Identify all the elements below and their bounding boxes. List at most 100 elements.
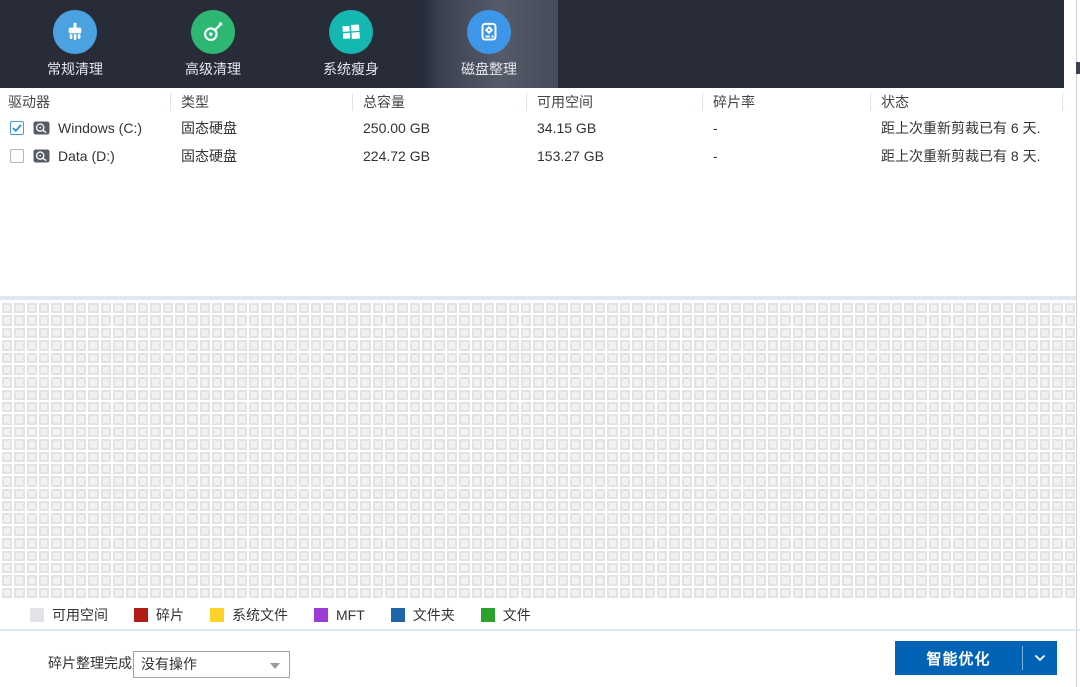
disk-block xyxy=(212,389,223,400)
disk-block xyxy=(1039,364,1051,376)
tab-regular-clean[interactable]: 常规清理 xyxy=(6,0,144,88)
disk-block xyxy=(558,513,569,524)
disk-block xyxy=(137,525,149,537)
disk-block xyxy=(422,389,433,400)
disk-block xyxy=(731,315,742,326)
checkbox-unchecked[interactable] xyxy=(10,149,24,163)
disk-block xyxy=(965,463,977,475)
disk-block xyxy=(51,513,62,524)
disk-block xyxy=(533,327,544,339)
disk-block xyxy=(953,414,964,425)
disk-block xyxy=(187,315,198,326)
disk-block xyxy=(88,303,99,314)
disk-block xyxy=(385,501,396,512)
scrollbar-thumb[interactable] xyxy=(1076,62,1080,74)
disk-block xyxy=(298,513,309,524)
disk-block xyxy=(347,303,359,314)
disk-block xyxy=(533,538,544,549)
disk-block xyxy=(137,476,149,487)
disk-block xyxy=(335,315,346,326)
smart-optimize-label[interactable]: 智能优化 xyxy=(895,641,1022,675)
disk-block xyxy=(125,377,136,388)
disk-block xyxy=(891,377,902,388)
disk-block xyxy=(1015,513,1026,524)
disk-block xyxy=(397,575,408,586)
disk-block xyxy=(1052,389,1063,400)
disk-block xyxy=(706,476,717,487)
disk-block xyxy=(619,402,631,413)
disk-block xyxy=(286,451,297,462)
disk-block xyxy=(866,550,878,561)
smart-optimize-dropdown[interactable] xyxy=(1023,641,1057,675)
disk-block xyxy=(298,488,309,499)
disk-block xyxy=(582,451,594,462)
legend-swatch xyxy=(30,608,44,622)
disk-block xyxy=(1002,562,1014,574)
disk-block xyxy=(805,525,816,537)
disk-block xyxy=(335,451,346,462)
disk-block xyxy=(1027,315,1038,326)
disk-block xyxy=(1052,587,1063,598)
disk-block xyxy=(817,525,828,537)
disk-block xyxy=(792,439,804,450)
disk-block xyxy=(1027,575,1038,586)
footer-divider xyxy=(0,629,1080,631)
disk-block xyxy=(854,352,865,363)
disk-block xyxy=(360,451,371,462)
table-row[interactable]: Data (D:) 固态硬盘 224.72 GB 153.27 GB - 距上次重新剪裁已… xyxy=(0,142,1064,170)
disk-block xyxy=(372,513,384,524)
disk-block xyxy=(582,575,594,586)
smart-optimize-button[interactable]: 智能优化 xyxy=(895,641,1057,675)
disk-block xyxy=(570,439,581,450)
disk-block xyxy=(595,451,606,462)
disk-block xyxy=(335,352,346,363)
disk-block xyxy=(187,364,198,376)
table-row[interactable]: Windows (C:) 固态硬盘 250.00 GB 34.15 GB - 距上次重新剪… xyxy=(0,114,1064,142)
disk-block xyxy=(829,402,841,413)
tab-advanced-clean[interactable]: 高级清理 xyxy=(144,0,282,88)
disk-block xyxy=(63,463,75,475)
disk-block xyxy=(558,562,569,574)
disk-block xyxy=(607,550,618,561)
disk-block xyxy=(718,303,730,314)
disk-block xyxy=(372,303,384,314)
disk-block xyxy=(224,550,235,561)
disk-block xyxy=(978,575,989,586)
disk-block xyxy=(397,426,408,438)
disk-block xyxy=(63,352,75,363)
disk-block xyxy=(14,575,25,586)
disk-block xyxy=(150,513,161,524)
disk-block xyxy=(941,377,952,388)
disk-block xyxy=(409,377,421,388)
tab-system-slim[interactable]: 系统瘦身 xyxy=(282,0,420,88)
disk-block xyxy=(422,538,433,549)
disk-block xyxy=(125,315,136,326)
disk-block xyxy=(372,352,384,363)
disk-block xyxy=(100,303,112,314)
after-defrag-select[interactable]: 没有操作 xyxy=(133,651,290,678)
disk-block xyxy=(508,463,519,475)
disk-block xyxy=(199,575,211,586)
disk-block xyxy=(829,340,841,351)
disk-block xyxy=(533,364,544,376)
disk-block xyxy=(780,303,791,314)
disk-block xyxy=(100,352,112,363)
disk-block xyxy=(1027,463,1038,475)
disk-block xyxy=(397,340,408,351)
disk-block xyxy=(26,538,38,549)
disk-block xyxy=(347,451,359,462)
disk-block xyxy=(150,562,161,574)
disk-block xyxy=(508,550,519,561)
disk-block xyxy=(805,414,816,425)
disk-block xyxy=(570,389,581,400)
disk-block xyxy=(582,538,594,549)
disk-block xyxy=(990,501,1001,512)
disk-block xyxy=(904,525,915,537)
disk-block xyxy=(483,463,495,475)
checkbox-checked[interactable] xyxy=(10,121,24,135)
disk-block xyxy=(891,488,902,499)
disk-block xyxy=(422,587,433,598)
disk-block xyxy=(533,439,544,450)
disk-block xyxy=(928,327,940,339)
tab-disk-defrag[interactable]: 磁盘整理 xyxy=(420,0,558,88)
